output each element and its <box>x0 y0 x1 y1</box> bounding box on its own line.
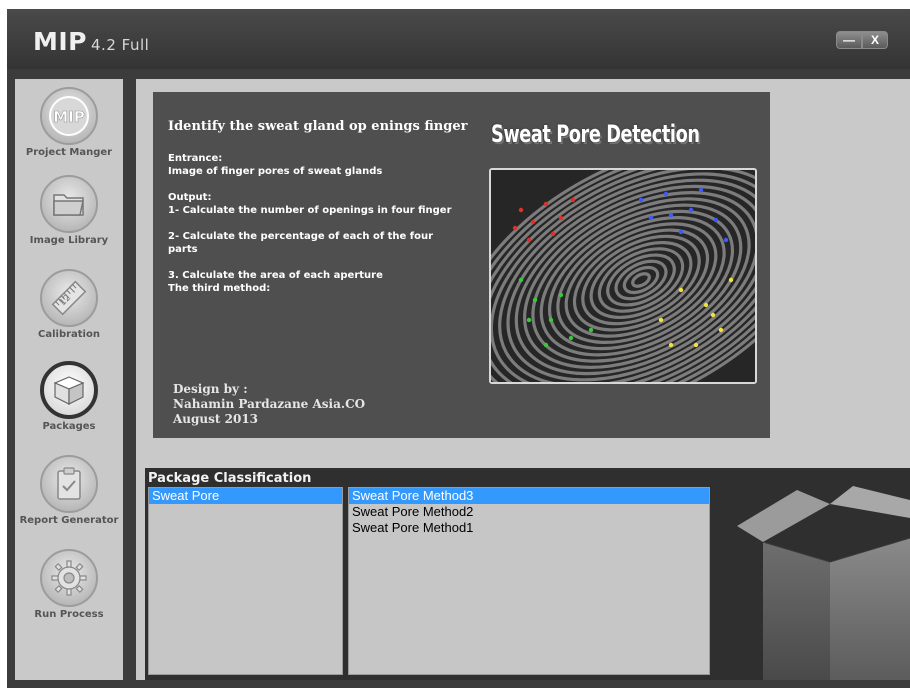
category-list[interactable]: Sweat Pore <box>148 487 343 675</box>
app-title: MIP 4.2 Full <box>33 27 149 56</box>
app-version: 4.2 Full <box>91 36 150 54</box>
output-step-1: 1- Calculate the number of openings in f… <box>168 205 452 216</box>
app-name: MIP <box>33 27 88 56</box>
fingerprint-image <box>489 168 757 384</box>
info-description: Entrance: Image of finger pores of sweat… <box>168 152 458 295</box>
entrance-label: Entrance: <box>168 153 223 164</box>
package-classification-title: Package Classification <box>148 471 312 486</box>
sidebar-item-label: Calibration <box>38 329 100 340</box>
sidebar-item-calibration[interactable]: 12 Calibration <box>15 269 123 340</box>
close-button[interactable]: X <box>862 31 888 49</box>
box-icon <box>40 361 98 419</box>
sidebar: MIP Project Manger Image Library 12 Cali… <box>15 79 123 680</box>
main-content: Identify the sweat gland op enings finge… <box>136 79 910 680</box>
svg-text:MIP: MIP <box>53 108 85 126</box>
list-item[interactable]: Sweat Pore <box>149 488 342 504</box>
package-classification-area: Package Classification Sweat Pore Sweat … <box>145 468 910 680</box>
package-box-icon <box>735 482 910 685</box>
sidebar-item-label: Project Manger <box>25 147 113 158</box>
folder-icon <box>40 175 98 233</box>
output-label: Output: <box>168 192 212 203</box>
clipboard-icon <box>40 455 98 513</box>
window-controls: — X <box>836 31 888 49</box>
sidebar-item-label: Packages <box>42 421 96 432</box>
output-step-2: 2- Calculate the percentage of each of t… <box>168 231 434 255</box>
gear-icon <box>40 549 98 607</box>
company-name: Nahamin Pardazane Asia.CO <box>173 397 366 411</box>
release-date: August 2013 <box>173 412 259 426</box>
sidebar-item-report-generator[interactable]: Report Generator <box>15 455 123 526</box>
app-window: MIP 4.2 Full — X MIP Project Manger Image… <box>7 9 910 688</box>
entrance-text: Image of finger pores of sweat glands <box>168 166 383 177</box>
sidebar-item-run-process[interactable]: Run Process <box>15 549 123 620</box>
image-title: Sweat Pore Detection <box>491 120 700 148</box>
sidebar-item-label: Report Generator <box>19 515 119 526</box>
design-by-label: Design by : <box>173 382 248 396</box>
sidebar-item-label: Image Library <box>29 235 109 246</box>
sidebar-item-packages[interactable]: Packages <box>15 361 123 432</box>
sidebar-item-label: Run Process <box>34 609 104 620</box>
list-item[interactable]: Sweat Pore Method2 <box>349 504 709 520</box>
sidebar-item-image-library[interactable]: Image Library <box>15 175 123 246</box>
info-heading: Identify the sweat gland op enings finge… <box>168 119 468 134</box>
list-item[interactable]: Sweat Pore Method1 <box>349 520 709 536</box>
ruler-icon: 12 <box>40 269 98 327</box>
list-item[interactable]: Sweat Pore Method3 <box>349 488 709 504</box>
design-credits: Design by : Nahamin Pardazane Asia.CO Au… <box>173 382 365 427</box>
method-list[interactable]: Sweat Pore Method3 Sweat Pore Method2 Sw… <box>348 487 710 675</box>
output-step-4: The third method: <box>168 283 271 294</box>
package-info-panel: Identify the sweat gland op enings finge… <box>153 92 770 438</box>
minimize-button[interactable]: — <box>836 31 862 49</box>
title-bar: MIP 4.2 Full — X <box>7 9 910 69</box>
output-step-3: 3. Calculate the area of each aperture <box>168 270 383 281</box>
sidebar-item-project-manager[interactable]: MIP Project Manger <box>15 87 123 158</box>
mip-logo-icon: MIP <box>40 87 98 145</box>
